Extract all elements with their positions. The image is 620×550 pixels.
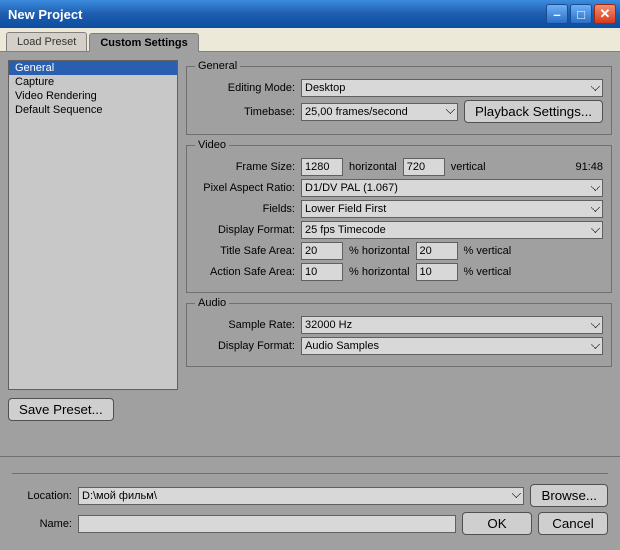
sample-rate-select[interactable]: 32000 Hz bbox=[301, 316, 603, 334]
sidebar-item-video-rendering[interactable]: Video Rendering bbox=[9, 89, 177, 103]
content-area: General Capture Video Rendering Default … bbox=[0, 52, 620, 456]
group-video: Video Frame Size: horizontal vertical 91… bbox=[186, 139, 612, 293]
group-general-legend: General bbox=[195, 60, 240, 72]
close-button[interactable]: ✕ bbox=[594, 4, 616, 24]
maximize-button[interactable]: □ bbox=[570, 4, 592, 24]
save-preset-button[interactable]: Save Preset... bbox=[8, 398, 114, 421]
title-safe-v-suffix: % vertical bbox=[464, 245, 512, 257]
sample-rate-label: Sample Rate: bbox=[195, 319, 295, 331]
aspect-display: 91:48 bbox=[575, 161, 603, 173]
name-label: Name: bbox=[12, 518, 72, 530]
frame-size-label: Frame Size: bbox=[195, 161, 295, 173]
title-safe-label: Title Safe Area: bbox=[195, 245, 295, 257]
fields-label: Fields: bbox=[195, 203, 295, 215]
titlebar: New Project – □ ✕ bbox=[0, 0, 620, 28]
location-select[interactable]: D:\мой фильм\ bbox=[78, 487, 524, 505]
frame-width-input[interactable] bbox=[301, 158, 343, 176]
action-safe-v-input[interactable] bbox=[416, 263, 458, 281]
ok-button[interactable]: OK bbox=[462, 512, 532, 535]
group-audio: Audio Sample Rate: 32000 Hz Display Form… bbox=[186, 297, 612, 367]
sidebar-item-default-sequence[interactable]: Default Sequence bbox=[9, 103, 177, 117]
timebase-label: Timebase: bbox=[195, 106, 295, 118]
fields-select[interactable]: Lower Field First bbox=[301, 200, 603, 218]
tab-load-preset[interactable]: Load Preset bbox=[6, 32, 87, 51]
audio-dformat-select[interactable]: Audio Samples bbox=[301, 337, 603, 355]
editing-mode-select[interactable]: Desktop bbox=[301, 79, 603, 97]
minimize-button[interactable]: – bbox=[546, 4, 568, 24]
group-general: General Editing Mode: Desktop Timebase: … bbox=[186, 60, 612, 135]
sidebar-item-general[interactable]: General bbox=[9, 61, 177, 75]
action-safe-h-input[interactable] bbox=[301, 263, 343, 281]
location-label: Location: bbox=[12, 490, 72, 502]
editing-mode-label: Editing Mode: bbox=[195, 82, 295, 94]
action-safe-label: Action Safe Area: bbox=[195, 266, 295, 278]
frame-height-suffix: vertical bbox=[451, 161, 486, 173]
playback-settings-button[interactable]: Playback Settings... bbox=[464, 100, 603, 123]
window-title: New Project bbox=[8, 7, 544, 22]
video-dformat-select[interactable]: 25 fps Timecode bbox=[301, 221, 603, 239]
par-label: Pixel Aspect Ratio: bbox=[195, 182, 295, 194]
settings-sidebar: General Capture Video Rendering Default … bbox=[8, 60, 178, 390]
tab-bar: Load Preset Custom Settings bbox=[0, 28, 620, 52]
frame-width-suffix: horizontal bbox=[349, 161, 397, 173]
group-video-legend: Video bbox=[195, 139, 229, 151]
tab-custom-settings[interactable]: Custom Settings bbox=[89, 33, 198, 52]
title-safe-h-input[interactable] bbox=[301, 242, 343, 260]
title-safe-v-input[interactable] bbox=[416, 242, 458, 260]
action-safe-v-suffix: % vertical bbox=[464, 266, 512, 278]
video-dformat-label: Display Format: bbox=[195, 224, 295, 236]
audio-dformat-label: Display Format: bbox=[195, 340, 295, 352]
bottom-panel: Location: D:\мой фильм\ Browse... Name: … bbox=[0, 456, 620, 550]
par-select[interactable]: D1/DV PAL (1.067) bbox=[301, 179, 603, 197]
frame-height-input[interactable] bbox=[403, 158, 445, 176]
title-safe-h-suffix: % horizontal bbox=[349, 245, 410, 257]
cancel-button[interactable]: Cancel bbox=[538, 512, 608, 535]
timebase-select[interactable]: 25,00 frames/second bbox=[301, 103, 458, 121]
sidebar-item-capture[interactable]: Capture bbox=[9, 75, 177, 89]
name-input[interactable] bbox=[78, 515, 456, 533]
group-audio-legend: Audio bbox=[195, 297, 229, 309]
divider bbox=[12, 473, 608, 474]
browse-button[interactable]: Browse... bbox=[530, 484, 608, 507]
action-safe-h-suffix: % horizontal bbox=[349, 266, 410, 278]
